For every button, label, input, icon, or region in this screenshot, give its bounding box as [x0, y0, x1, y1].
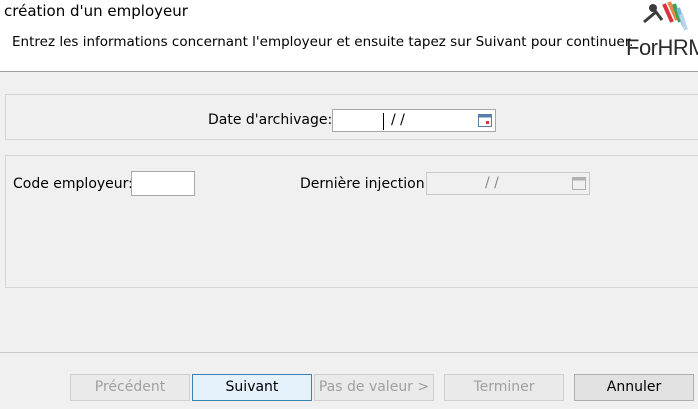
wizard-title: création d'un employeur: [4, 2, 188, 20]
previous-button[interactable]: Précédent: [70, 374, 190, 401]
calendar-icon[interactable]: [478, 114, 492, 127]
employer-code-label: Code employeur:: [13, 176, 133, 192]
cancel-button[interactable]: Annuler: [574, 374, 694, 401]
next-button[interactable]: Suivant: [192, 374, 312, 401]
button-bar-divider: [0, 352, 698, 353]
employer-group: [5, 155, 698, 288]
last-injection-field[interactable]: / /: [426, 172, 590, 195]
finish-button[interactable]: Terminer: [444, 374, 564, 401]
archive-date-field[interactable]: / /: [332, 109, 496, 132]
wizard-header: création d'un employeur Entrez les infor…: [0, 0, 698, 72]
logo-text: ForHRM: [626, 35, 698, 60]
last-injection-value: / /: [485, 175, 499, 191]
text-caret: [383, 113, 384, 130]
wizard-subtitle: Entrez les informations concernant l'emp…: [12, 34, 634, 50]
archive-date-label: Date d'archivage:: [208, 112, 333, 128]
no-value-button[interactable]: Pas de valeur >: [314, 374, 434, 401]
employer-code-input[interactable]: [131, 171, 195, 196]
last-injection-label: Dernière injection:: [300, 176, 430, 192]
calendar-icon: [572, 177, 586, 190]
archive-date-value: / /: [391, 112, 405, 128]
